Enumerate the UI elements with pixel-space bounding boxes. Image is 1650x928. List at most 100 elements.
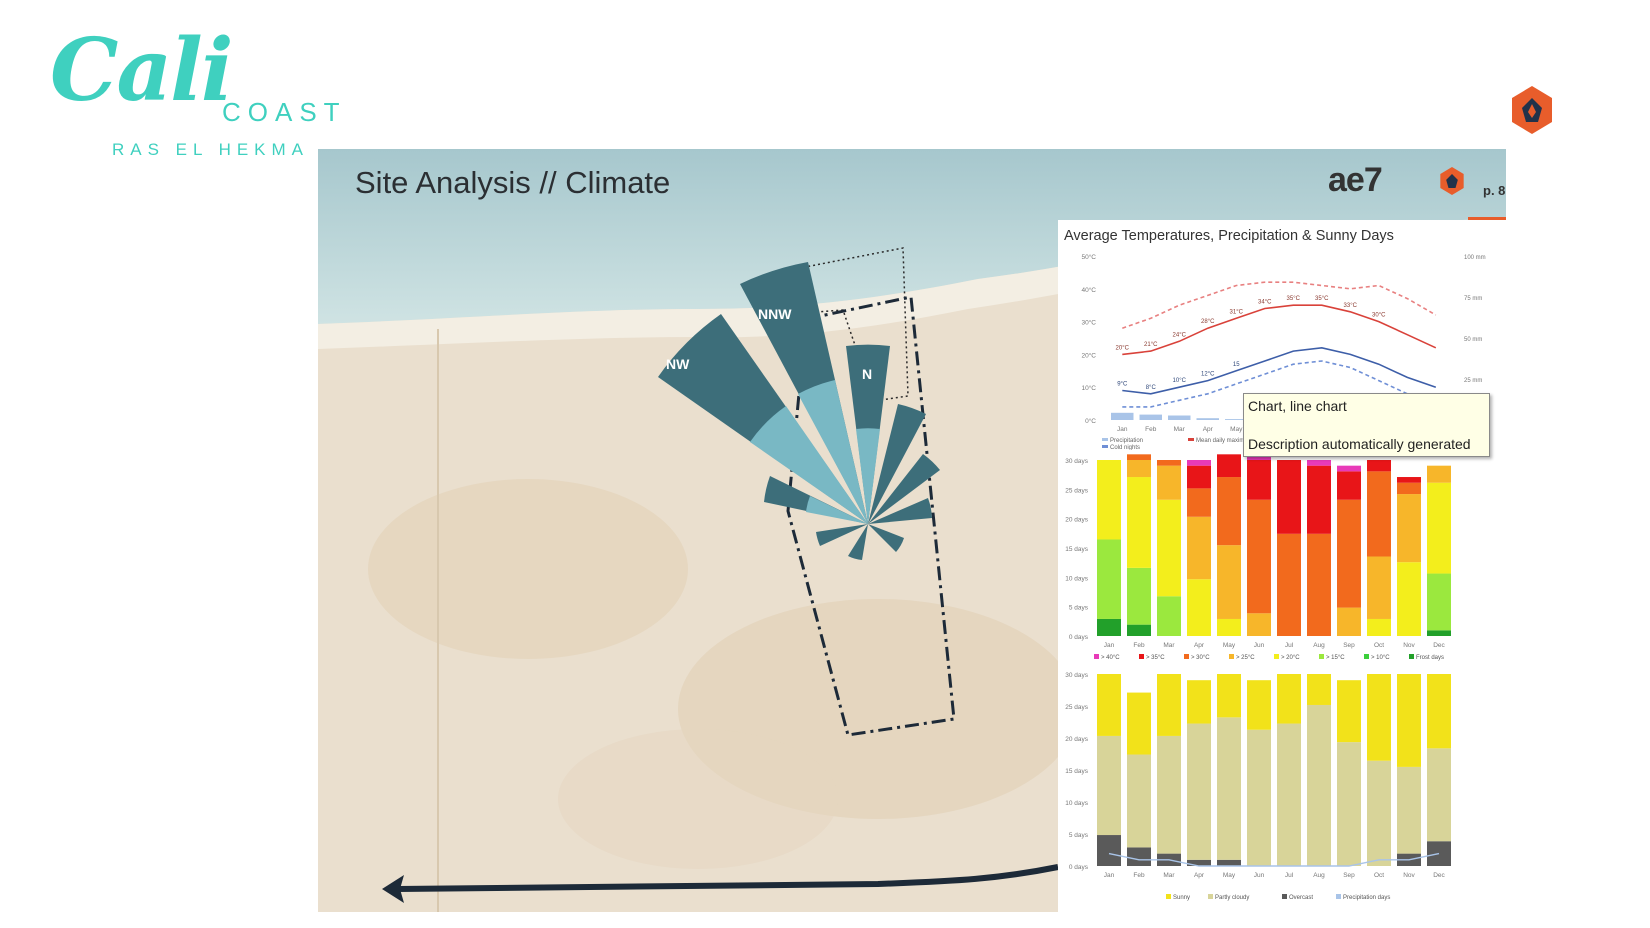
wind-label-n: N xyxy=(862,366,872,382)
bar-segment xyxy=(1277,533,1301,636)
x-tick-label: Jun xyxy=(1254,642,1265,649)
logo-subtitle: RAS EL HEKMA xyxy=(112,140,310,159)
y2-tick-label: 50 mm xyxy=(1464,337,1482,343)
y-tick-label: 5 days xyxy=(1069,832,1089,839)
bar-segment xyxy=(1217,477,1241,546)
legend-swatch xyxy=(1319,654,1324,659)
legend-label: > 25°C xyxy=(1236,655,1255,661)
bar-segment xyxy=(1307,465,1331,534)
bar-segment xyxy=(1337,499,1361,608)
bar-segment xyxy=(1307,674,1331,705)
bar-segment xyxy=(1427,674,1451,749)
bar-segment xyxy=(1187,859,1211,866)
x-tick-label: Nov xyxy=(1403,872,1415,879)
data-label: 35°C xyxy=(1315,296,1329,302)
brand-mark-icon xyxy=(1440,167,1464,195)
x-tick-label: Aug xyxy=(1313,642,1325,649)
legend-swatch xyxy=(1094,654,1099,659)
x-tick-label: Mar xyxy=(1163,872,1175,879)
bar-segment xyxy=(1157,460,1181,466)
x-tick-label: Feb xyxy=(1133,872,1145,879)
legend-swatch xyxy=(1139,654,1144,659)
y-tick-label: 20°C xyxy=(1081,351,1096,359)
bar-segment xyxy=(1397,674,1421,767)
precipitation-bar xyxy=(1196,418,1219,420)
y-tick-label: 20 days xyxy=(1065,517,1089,524)
y-tick-label: 50°C xyxy=(1081,253,1096,261)
bar-segment xyxy=(1127,692,1151,755)
ae7-logo: ae7 xyxy=(1328,161,1383,199)
bar-segment xyxy=(1157,499,1181,597)
bar-segment xyxy=(1277,460,1301,534)
logo-coast: COAST xyxy=(222,97,347,127)
wind-label-nw: NW xyxy=(666,356,690,372)
bar-segment xyxy=(1187,516,1211,580)
data-label: 8°C xyxy=(1146,385,1157,391)
y-tick-label: 5 days xyxy=(1069,605,1089,612)
y-tick-label: 30°C xyxy=(1081,319,1096,327)
bar-segment xyxy=(1307,704,1331,866)
bar-segment xyxy=(1217,674,1241,718)
bar-segment xyxy=(1427,465,1451,483)
data-label: 21°C xyxy=(1144,342,1158,348)
legend-swatch xyxy=(1409,654,1414,659)
bar-segment xyxy=(1397,766,1421,854)
legend-label: Cold nights xyxy=(1110,445,1140,450)
brand-mark-icon xyxy=(1512,86,1552,134)
y-tick-label: 0 days xyxy=(1069,634,1089,641)
legend-label: Overcast xyxy=(1289,895,1313,901)
x-tick-label: May xyxy=(1223,642,1236,649)
legend-label: Precipitation xyxy=(1110,438,1143,444)
bar-segment xyxy=(1247,680,1271,730)
bar-segment xyxy=(1127,567,1151,625)
bar-segment xyxy=(1157,596,1181,636)
bar-segment xyxy=(1097,674,1121,736)
bar-segment xyxy=(1247,460,1271,500)
data-label: 10°C xyxy=(1173,378,1187,384)
bar-segment xyxy=(1097,835,1121,866)
legend-label: > 30°C xyxy=(1191,655,1210,661)
x-tick-label: Feb xyxy=(1145,426,1157,433)
series-line xyxy=(1122,346,1437,395)
x-tick-label: Jul xyxy=(1285,642,1294,649)
x-tick-label: Oct xyxy=(1374,872,1384,879)
bar-segment xyxy=(1127,624,1151,636)
bar-segment xyxy=(1187,460,1211,466)
tooltip-description: Description automatically generated xyxy=(1248,436,1471,452)
bar-segment xyxy=(1127,847,1151,866)
legend-label: > 10°C xyxy=(1371,655,1390,661)
max-temperature-bar-chart: 30 days 25 days 20 days 15 days 10 days 5 day… xyxy=(1065,454,1451,661)
data-label: 9°C xyxy=(1117,381,1128,387)
bar-segment xyxy=(1187,488,1211,517)
y-tick-label: 10 days xyxy=(1065,575,1089,582)
legend-label: Frost days xyxy=(1416,655,1444,661)
y-tick-label: 0 days xyxy=(1069,864,1089,871)
bar-segment xyxy=(1337,465,1361,472)
bar-segment xyxy=(1427,573,1451,631)
bar-segment xyxy=(1217,859,1241,866)
bar-segment xyxy=(1097,539,1121,619)
y-tick-label: 15 days xyxy=(1065,546,1089,553)
x-tick-label: Apr xyxy=(1194,872,1205,879)
data-label: 30°C xyxy=(1372,313,1386,319)
legend-swatch xyxy=(1282,894,1287,899)
x-tick-label: Mar xyxy=(1163,642,1175,649)
y-tick-label: 30 days xyxy=(1065,672,1089,679)
data-label: 31°C xyxy=(1230,309,1244,315)
bar-segment xyxy=(1397,562,1421,636)
slide: NW NNW N Site Analysis // Climate ae7 p.… xyxy=(318,149,1506,912)
bar-segment xyxy=(1277,723,1301,866)
legend-swatch xyxy=(1184,654,1189,659)
legend-swatch xyxy=(1229,654,1234,659)
x-tick-label: Jun xyxy=(1254,872,1265,879)
bar-segment xyxy=(1247,613,1271,636)
bar-segment xyxy=(1217,717,1241,860)
legend-swatch xyxy=(1336,894,1341,899)
data-label: 12°C xyxy=(1201,372,1215,378)
bar-segment xyxy=(1097,460,1121,540)
x-tick-label: Apr xyxy=(1194,642,1205,649)
y-tick-label: 40°C xyxy=(1081,286,1096,294)
data-label: 33°C xyxy=(1344,303,1358,309)
chart-panel-title: Average Temperatures, Precipitation & Su… xyxy=(1064,228,1394,244)
x-tick-label: Jan xyxy=(1117,426,1128,433)
